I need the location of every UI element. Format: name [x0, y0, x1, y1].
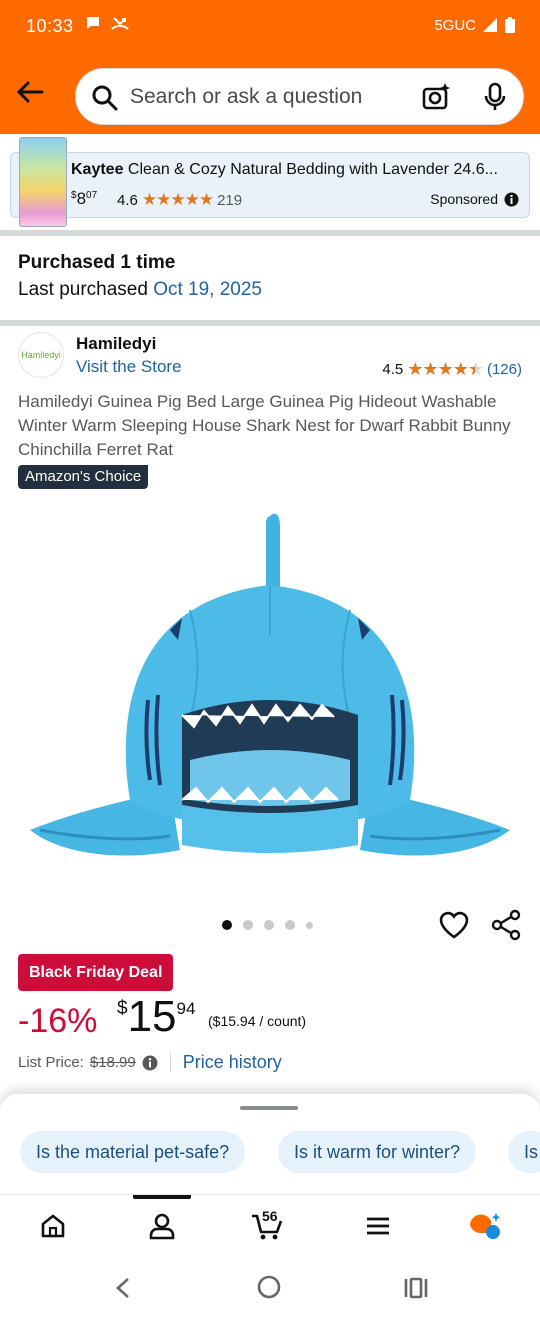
bottom-navigation — [0, 1194, 540, 1254]
search-input[interactable]: Search or ask a question — [75, 68, 524, 125]
status-notifications — [84, 14, 130, 32]
share-icon[interactable] — [490, 909, 522, 941]
sponsored-ad-banner[interactable]: Kaytee Clean & Cozy Natural Bedding with… — [10, 137, 530, 227]
ad-rating-value: 4.6 — [117, 191, 138, 209]
heart-icon[interactable] — [438, 909, 470, 941]
deal-badge: Black Friday Deal — [18, 954, 174, 991]
arrow-left-icon — [16, 81, 44, 103]
ad-rating-count: 219 — [217, 191, 243, 209]
ad-title-text: Clean & Cozy Natural Bedding with Lavend… — [123, 161, 498, 178]
price-whole: 15 — [127, 992, 177, 1041]
signal-icon — [483, 18, 497, 32]
microphone-icon[interactable] — [483, 82, 507, 112]
person-icon — [149, 1213, 175, 1240]
sponsored-label[interactable]: Sponsored — [430, 191, 519, 207]
product-image[interactable] — [20, 500, 520, 900]
carousel-dot — [306, 921, 313, 929]
suggestion-chip[interactable]: Is — [508, 1131, 540, 1173]
review-count: (126) — [486, 361, 522, 378]
section-divider — [0, 230, 540, 236]
info-icon — [504, 192, 519, 206]
product-title[interactable]: Hamiledyi Guinea Pig Bed Large Guinea Pi… — [18, 390, 528, 462]
list-price-label: List Price: — [18, 1054, 84, 1071]
list-price-value: $18.99 — [89, 1054, 136, 1071]
rufus-suggestion-sheet[interactable]: Is the material pet-safe? Is it warm for… — [0, 1094, 540, 1194]
rating-stars-icon: ★★★★★ ★★★★★ — [407, 359, 484, 379]
last-purchased-label: Last purchased — [18, 279, 154, 300]
nav-home[interactable] — [36, 1209, 70, 1243]
search-placeholder: Search or ask a question — [130, 85, 363, 108]
discount-percent: -16% — [18, 1002, 98, 1040]
image-carousel-dots[interactable] — [222, 920, 313, 930]
nav-active-indicator — [133, 1195, 191, 1199]
search-icon — [92, 85, 118, 111]
price-fraction: 94 — [176, 999, 196, 1018]
chat-bubble-icon — [87, 17, 99, 29]
ad-brand: Kaytee — [71, 161, 124, 178]
sponsored-text: Sponsored — [430, 191, 498, 207]
system-home-icon[interactable] — [256, 1274, 282, 1300]
last-purchased-date: Oct 19, 2025 — [153, 279, 262, 300]
home-icon — [41, 1214, 65, 1238]
ad-price-cents: 07 — [86, 190, 98, 201]
brand-logo-text: Hamiledyi — [21, 350, 61, 360]
status-time: 10:33 — [26, 16, 74, 36]
network-label: 5GUC — [434, 16, 476, 34]
camera-lens-icon[interactable] — [421, 82, 451, 112]
sheet-drag-handle[interactable] — [240, 1106, 298, 1110]
hamburger-menu-icon — [367, 1217, 389, 1235]
system-recents-icon[interactable] — [403, 1276, 429, 1300]
carousel-dot — [243, 920, 253, 930]
brand-logo[interactable]: Hamiledyi — [18, 332, 64, 378]
unit-price: ($15.94 / count) — [208, 1013, 307, 1029]
price-symbol: $ — [117, 998, 128, 1019]
price-history-link[interactable]: Price history — [183, 1052, 282, 1073]
rating-value: 4.5 — [382, 361, 404, 378]
status-bar: 10:33 5GUC — [0, 0, 540, 56]
status-right: 5GUC — [434, 16, 516, 34]
ad-title: Kaytee Clean & Cozy Natural Bedding with… — [71, 161, 511, 179]
separator — [169, 1053, 171, 1072]
nav-menu[interactable] — [361, 1209, 395, 1243]
list-price-line: List Price: $18.99 Price history — [18, 1052, 282, 1073]
ad-stars-icon: ★★★★★ — [141, 190, 214, 209]
cart-count: 56 — [262, 1208, 278, 1224]
ad-product-image — [19, 137, 67, 227]
app-header: Search or ask a question — [0, 56, 540, 134]
suggestion-chip[interactable]: Is the material pet-safe? — [20, 1131, 246, 1173]
ad-rating: 4.6 ★★★★★ 219 — [117, 190, 242, 210]
carousel-dot — [285, 920, 295, 930]
back-button[interactable] — [12, 74, 48, 110]
missed-call-icon — [111, 17, 129, 30]
last-purchased[interactable]: Last purchased Oct 19, 2025 — [18, 279, 262, 301]
nav-rufus[interactable] — [468, 1209, 502, 1243]
suggestion-chip[interactable]: Is it warm for winter? — [278, 1131, 477, 1173]
store-name: Hamiledyi — [76, 334, 157, 353]
ad-price: $807 — [71, 189, 97, 209]
purchase-count: Purchased 1 time — [18, 252, 176, 273]
section-divider — [0, 320, 540, 326]
info-icon[interactable] — [142, 1055, 158, 1071]
battery-icon — [505, 17, 515, 33]
amazons-choice-badge: Amazon's Choice — [18, 465, 149, 489]
system-back-icon[interactable] — [112, 1276, 134, 1300]
rufus-assistant-icon — [470, 1213, 501, 1239]
system-navigation-bar — [0, 1254, 540, 1320]
product-rating[interactable]: 4.5 ★★★★★ ★★★★★ (126) — [382, 359, 522, 380]
visit-store-link[interactable]: Visit the Store — [76, 357, 182, 377]
carousel-dot — [264, 920, 274, 930]
ad-price-dollars: 8 — [76, 189, 87, 208]
carousel-dot — [222, 920, 232, 930]
price: $ 15 94 — [117, 994, 195, 1040]
nav-account[interactable] — [145, 1209, 179, 1243]
